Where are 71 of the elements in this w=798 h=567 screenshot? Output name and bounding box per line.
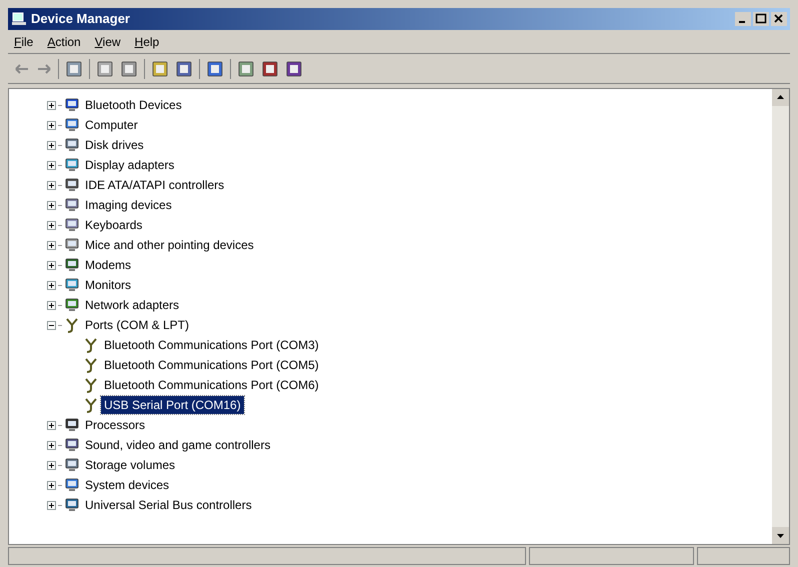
tree-item[interactable]: IDE ATA/ATAPI controllers [82,176,228,194]
device-icon [64,497,80,513]
expand-toggle[interactable] [47,480,56,490]
device-icon [64,217,80,233]
expand-toggle[interactable] [47,160,56,170]
device-icon [64,137,80,153]
expand-toggle[interactable] [47,280,56,290]
expand-toggle[interactable] [47,500,56,510]
scrollbar[interactable] [772,89,789,544]
device-icon [64,297,80,313]
expand-toggle[interactable] [47,100,56,110]
device-icon [64,437,80,453]
tree-item[interactable]: Mice and other pointing devices [82,236,257,254]
maximize-icon[interactable] [753,12,769,26]
tree-item[interactable]: Modems [82,256,134,274]
menu-item[interactable]: Action [47,32,81,50]
tree-item[interactable]: Display adapters [82,156,178,174]
expand-toggle[interactable] [47,420,56,430]
tree-item[interactable]: USB Serial Port (COM16) [101,396,244,414]
tree-item[interactable]: Bluetooth Devices [82,96,185,114]
device-icon [64,457,80,473]
menu-item[interactable]: Help [134,32,160,50]
device-icon [64,257,80,273]
device-icon [64,97,80,113]
expand-toggle[interactable] [47,240,56,250]
port-icon [64,317,80,333]
scroll-down-icon[interactable] [772,527,789,544]
tree-item[interactable]: Monitors [82,276,134,294]
device-icon [64,417,80,433]
expand-toggle[interactable] [47,260,56,270]
device-icon [64,117,80,133]
tree-item[interactable]: Bluetooth Communications Port (COM5) [101,356,322,374]
expand-toggle[interactable] [47,220,56,230]
expand-toggle[interactable] [47,120,56,130]
port-icon [83,337,99,353]
tree-item[interactable]: Bluetooth Communications Port (COM3) [101,336,322,354]
device-icon [64,197,80,213]
tree-item[interactable]: Network adapters [82,296,182,314]
expand-toggle[interactable] [47,140,56,150]
port-icon [83,357,99,373]
expand-toggle[interactable] [47,300,56,310]
tree-item[interactable]: Universal Serial Bus controllers [82,496,255,514]
port-icon [83,397,99,413]
close-icon[interactable] [771,12,787,26]
tree-item[interactable]: Computer [82,116,141,134]
expand-toggle[interactable] [47,200,56,210]
expand-toggle[interactable] [47,180,56,190]
tree-item[interactable]: Bluetooth Communications Port (COM6) [101,376,322,394]
tree-item[interactable]: System devices [82,476,172,494]
tree-item[interactable]: Sound, video and game controllers [82,436,274,454]
device-icon [64,277,80,293]
tree-item[interactable]: Processors [82,416,148,434]
minimize-icon[interactable] [735,12,751,26]
menu-item[interactable]: View [94,32,121,50]
tree-item[interactable]: Ports (COM & LPT) [82,316,192,334]
computer-icon [11,11,27,27]
tree-item[interactable]: Storage volumes [82,456,178,474]
menu-item[interactable]: File [14,32,34,50]
device-icon [64,157,80,173]
port-icon [83,377,99,393]
tree-item[interactable]: Imaging devices [82,196,175,214]
scroll-up-icon[interactable] [772,89,789,106]
expand-toggle[interactable] [47,460,56,470]
device-icon [64,237,80,253]
device-icon [64,177,80,193]
tree-item[interactable]: Disk drives [82,136,147,154]
window-title: Device Manager [31,10,130,28]
expand-toggle[interactable] [47,320,56,330]
device-icon [64,477,80,493]
tree-item[interactable]: Keyboards [82,216,146,234]
expand-toggle[interactable] [47,440,56,450]
